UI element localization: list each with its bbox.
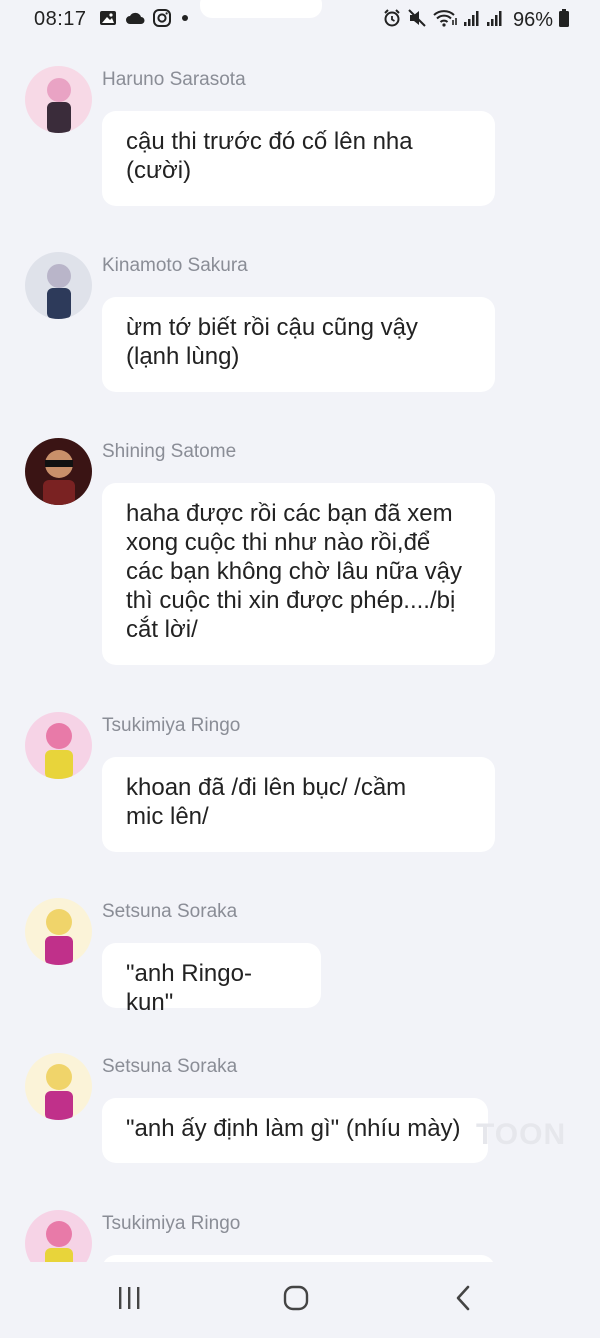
recent-apps-button[interactable] — [109, 1280, 149, 1320]
gallery-icon — [98, 8, 118, 33]
sender-name: Shining Satome — [102, 441, 237, 462]
avatar[interactable] — [25, 712, 92, 779]
watermark: TOON — [476, 1118, 567, 1151]
sender-name: Setsuna Soraka — [102, 901, 238, 922]
avatar[interactable] — [25, 1210, 92, 1262]
message-bubble[interactable]: "anh ấy định làm gì" (nhíu mày) — [102, 1098, 488, 1163]
avatar[interactable] — [25, 66, 92, 133]
home-icon — [282, 1284, 310, 1317]
message-bubble[interactable]: haha được rồi các bạn đã xem xong cuộc t… — [102, 483, 495, 665]
message-text: ừm tớ biết rồi cậu cũng vậy (lạnh lùng) — [126, 314, 418, 370]
avatar[interactable] — [25, 1053, 92, 1120]
message-bubble[interactable]: "anh Ringo-kun" — [102, 943, 321, 1016]
recent-apps-icon — [115, 1285, 143, 1316]
message-text: khoan đã /đi lên bục/ /cầm mic lên/ — [126, 774, 407, 830]
message-bubble[interactable]: ừm tớ biết rồi cậu cũng vậy (lạnh lùng) — [102, 297, 495, 392]
message-text: cậu thi trước đó cố lên nha (cười) — [126, 128, 413, 184]
sender-name: Tsukimiya Ringo — [102, 715, 241, 736]
message-text: "anh Ringo-kun" — [126, 960, 252, 1016]
back-button[interactable] — [444, 1280, 484, 1320]
cloud-icon — [124, 8, 146, 33]
message-bubble[interactable]: cậu thi trước đó cố lên nha (cười) — [102, 111, 495, 206]
signal-icon — [486, 8, 504, 33]
status-bar: 08:17 96% — [0, 0, 600, 40]
message-bubble[interactable] — [102, 1255, 495, 1262]
message-bubble[interactable]: khoan đã /đi lên bục/ /cầm mic lên/ — [102, 757, 495, 852]
mute-icon — [407, 8, 427, 33]
message-text: haha được rồi các bạn đã xem xong cuộc t… — [126, 500, 463, 643]
sender-name: Kinamoto Sakura — [102, 255, 248, 276]
back-icon — [452, 1284, 476, 1317]
sender-name: Tsukimiya Ringo — [102, 1213, 241, 1234]
signal-icon — [463, 8, 481, 33]
sender-name: Haruno Sarasota — [102, 69, 246, 90]
home-button[interactable] — [276, 1280, 316, 1320]
avatar[interactable] — [25, 898, 92, 965]
chat-list[interactable]: Haruno Sarasota cậu thi trước đó cố lên … — [0, 0, 600, 1262]
alarm-icon — [382, 8, 402, 33]
navigation-bar — [0, 1262, 600, 1338]
message-text: "anh ấy định làm gì" (nhíu mày) — [126, 1115, 461, 1142]
battery-icon — [558, 8, 570, 33]
sender-name: Setsuna Soraka — [102, 1056, 238, 1077]
battery-percent: 96% — [512, 9, 553, 31]
dot-icon — [178, 8, 192, 33]
avatar[interactable] — [25, 438, 92, 505]
instagram-icon — [152, 8, 172, 33]
clock: 08:17 — [34, 8, 87, 30]
avatar[interactable] — [25, 252, 92, 319]
wifi-icon — [432, 8, 458, 33]
